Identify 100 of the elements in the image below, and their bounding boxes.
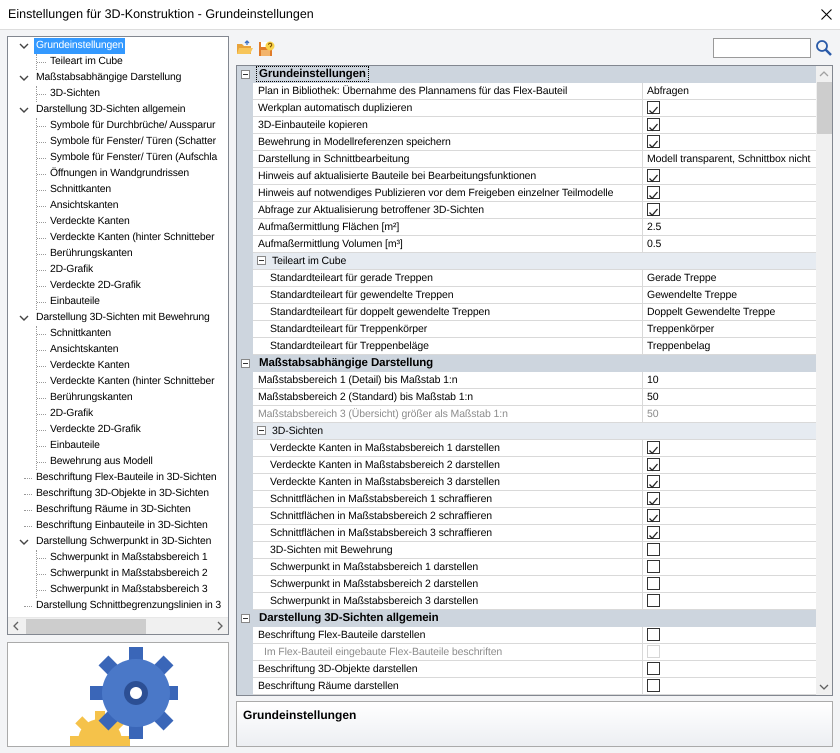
- checkbox[interactable]: [647, 508, 660, 522]
- tree-item[interactable]: Verdeckte Kanten (hinter Schnitteber: [48, 230, 216, 246]
- tree-item[interactable]: Darstellung 3D-Sichten allgemein: [34, 102, 188, 118]
- property-name: Standardteileart für gewendelte Treppen: [253, 286, 643, 304]
- collapse-icon[interactable]: [240, 358, 250, 368]
- tree-item[interactable]: Teileart im Cube: [48, 54, 125, 70]
- tree-item[interactable]: Öffnungen in Wandgrundrissen: [48, 166, 192, 182]
- vertical-scrollbar[interactable]: [816, 66, 832, 696]
- property-name: Verdeckte Kanten in Maßstabsbereich 2 darstellen: [253, 456, 643, 474]
- subsection-header[interactable]: 3D-Sichten: [269, 422, 326, 439]
- folder-icon[interactable]: [236, 40, 254, 56]
- scrollbar-thumb[interactable]: [26, 618, 146, 634]
- tree-item[interactable]: Einbauteile: [48, 438, 102, 454]
- property-value[interactable]: Abfragen: [643, 82, 816, 100]
- property-value[interactable]: 0.5: [643, 236, 816, 253]
- property-name: Schwerpunkt in Maßstabsbereich 3 darstellen: [253, 592, 643, 610]
- search-icon[interactable]: [815, 39, 833, 58]
- chevron-down-icon[interactable]: [19, 73, 29, 83]
- section-header[interactable]: Maßstabsabhängige Darstellung: [256, 355, 436, 372]
- tree-item[interactable]: Beschriftung 3D-Objekte in 3D-Sichten: [34, 486, 211, 502]
- checkbox[interactable]: [647, 678, 660, 692]
- chevron-down-icon[interactable]: [19, 105, 29, 115]
- property-name: Standardteileart für gerade Treppen: [253, 270, 643, 287]
- tree-item[interactable]: Ansichtskanten: [48, 342, 120, 358]
- tree-item[interactable]: Schnittkanten: [48, 182, 114, 198]
- collapse-icon[interactable]: [240, 70, 250, 79]
- section-header[interactable]: Darstellung 3D-Sichten allgemein: [256, 610, 442, 626]
- property-value[interactable]: Doppelt Gewendelte Treppe: [643, 304, 816, 321]
- close-icon[interactable]: [821, 9, 832, 20]
- tree-item[interactable]: Verdeckte Kanten: [48, 358, 132, 374]
- checkbox[interactable]: [647, 662, 660, 675]
- property-value[interactable]: Treppenbelag: [643, 338, 816, 355]
- checkbox[interactable]: [647, 186, 660, 199]
- tree-item[interactable]: Verdeckte Kanten (hinter Schnitteber: [48, 374, 216, 390]
- property-value[interactable]: Gerade Treppe: [643, 270, 816, 287]
- property-value[interactable]: Modell transparent, Schnittbox nicht: [643, 150, 816, 168]
- tree-item[interactable]: Beschriftung Räume in 3D-Sichten: [34, 502, 193, 518]
- tree-item[interactable]: 3D-Sichten: [48, 86, 102, 102]
- property-value: 50: [643, 406, 816, 423]
- tree-item[interactable]: Einbauteile: [48, 294, 102, 310]
- property-value[interactable]: 2.5: [643, 218, 816, 236]
- tree-item[interactable]: Darstellung 3D-Sichten mit Bewehrung: [34, 310, 212, 326]
- checkbox[interactable]: [647, 118, 660, 131]
- tree-item[interactable]: Schwerpunkt in Maßstabsbereich 2: [48, 566, 210, 582]
- tree-item[interactable]: 2D-Grafik: [48, 262, 96, 278]
- checkbox[interactable]: [647, 560, 660, 573]
- tree-item[interactable]: Schnittkanten: [48, 326, 114, 342]
- checkbox[interactable]: [647, 492, 660, 505]
- checkbox[interactable]: [647, 526, 660, 539]
- checkbox[interactable]: [647, 458, 660, 471]
- property-name: 3D-Einbauteile kopieren: [253, 116, 643, 134]
- property-name: Standardteileart für Treppenkörper: [253, 320, 643, 338]
- tree-item[interactable]: Maßstabsabhängige Darstellung: [34, 70, 184, 86]
- tree-item[interactable]: Schwerpunkt in Maßstabsbereich 3: [48, 582, 210, 598]
- checkbox[interactable]: [647, 168, 660, 182]
- tree-item[interactable]: Berührungskanten: [48, 390, 135, 406]
- property-name: Beschriftung Räume darstellen: [253, 678, 643, 695]
- tree-item[interactable]: Darstellung Schnittbegrenzungslinien in 3: [34, 598, 224, 614]
- checkbox[interactable]: [647, 202, 660, 216]
- property-name: Aufmaßermittlung Volumen [m³]: [253, 236, 643, 253]
- chevron-down-icon[interactable]: [19, 313, 29, 323]
- property-name: 3D-Sichten mit Bewehrung: [253, 542, 643, 559]
- checkbox[interactable]: [647, 628, 660, 641]
- section-header[interactable]: Grundeinstellungen: [256, 66, 369, 82]
- property-value[interactable]: Gewendelte Treppe: [643, 286, 816, 304]
- tree-item[interactable]: Verdeckte 2D-Grafik: [48, 278, 143, 294]
- collapse-icon[interactable]: [256, 256, 266, 266]
- checkbox[interactable]: [647, 474, 660, 488]
- property-value[interactable]: 50: [643, 388, 816, 406]
- tree-item[interactable]: 2D-Grafik: [48, 406, 96, 422]
- tree-item[interactable]: Darstellung Schwerpunkt in 3D-Sichten: [34, 534, 214, 550]
- checkbox[interactable]: [647, 100, 660, 114]
- search-field[interactable]: [713, 38, 811, 58]
- tree-item[interactable]: Beschriftung Flex-Bauteile in 3D-Sichten: [34, 470, 219, 486]
- checkbox[interactable]: [647, 134, 660, 148]
- tree-item[interactable]: Verdeckte Kanten: [48, 214, 132, 230]
- tree-item[interactable]: Ansichtskanten: [48, 198, 120, 214]
- tree-item[interactable]: Beschriftung Einbauteile in 3D-Sichten: [34, 518, 210, 534]
- scrollbar-thumb[interactable]: [816, 82, 832, 134]
- chevron-down-icon[interactable]: [19, 41, 29, 51]
- tree-item[interactable]: Symbole für Durchbrüche/ Aussparur: [48, 118, 218, 134]
- subsection-header[interactable]: Teileart im Cube: [269, 252, 350, 269]
- checkbox[interactable]: [647, 576, 660, 590]
- property-value[interactable]: Treppenkörper: [643, 320, 816, 338]
- tree-item[interactable]: Bewehrung aus Modell: [48, 454, 155, 470]
- checkbox[interactable]: [647, 594, 660, 607]
- collapse-icon[interactable]: [256, 426, 266, 436]
- horizontal-scrollbar[interactable]: [8, 617, 228, 634]
- tree-item[interactable]: Symbole für Fenster/ Türen (Aufschla: [48, 150, 220, 166]
- checkbox[interactable]: [647, 542, 660, 556]
- property-name: Hinweis auf aktualisierte Bauteile bei Bearbeitungsfunktionen: [253, 168, 643, 185]
- tree-item[interactable]: Symbole für Fenster/ Türen (Schatter: [48, 134, 218, 150]
- chevron-down-icon[interactable]: [19, 537, 29, 547]
- tree-item[interactable]: Schwerpunkt in Maßstabsbereich 1: [48, 550, 210, 566]
- tree-item[interactable]: Verdeckte 2D-Grafik: [48, 422, 143, 438]
- save-help-icon[interactable]: [258, 40, 275, 57]
- collapse-icon[interactable]: [240, 614, 250, 623]
- checkbox[interactable]: [647, 440, 660, 454]
- tree-item[interactable]: Berührungskanten: [48, 246, 135, 262]
- property-value[interactable]: 10: [643, 372, 816, 389]
